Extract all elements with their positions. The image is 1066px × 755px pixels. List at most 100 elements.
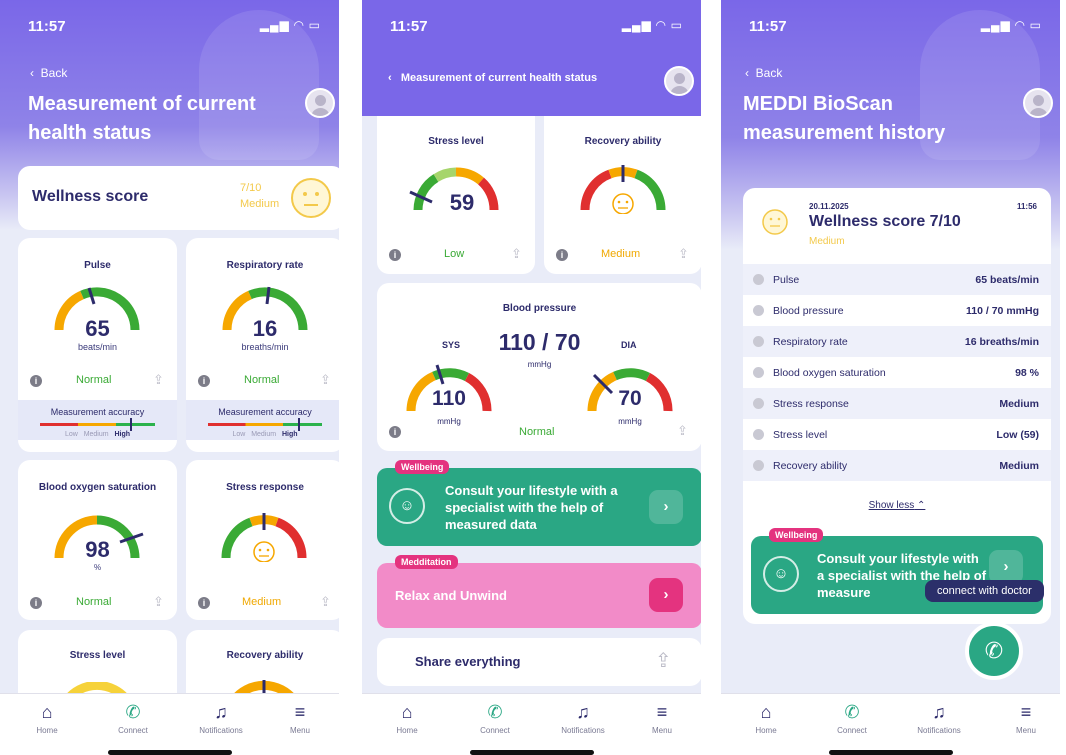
nav-menu[interactable]: ≡ Menu bbox=[991, 702, 1060, 735]
dia-unit: mmHg bbox=[618, 417, 642, 426]
nav-connect[interactable]: ✆ Connect bbox=[460, 702, 530, 735]
accuracy-levels: Low Medium High bbox=[65, 431, 130, 438]
bell-icon: ♫ bbox=[932, 702, 946, 722]
share-everything-button[interactable]: Share everything ⇪ bbox=[377, 638, 701, 686]
signal-wifi-battery-icon: ▂▄▆ ◠ ▭ bbox=[259, 18, 321, 32]
entry-date: 20.11.2025 bbox=[809, 202, 849, 211]
oxygen-value: 98 bbox=[85, 537, 110, 562]
share-icon[interactable]: ⇪ bbox=[153, 594, 164, 610]
meditation-arrow-button[interactable]: › bbox=[649, 578, 683, 612]
nav-notifications[interactable]: ♫ Notifications bbox=[904, 702, 974, 735]
share-icon[interactable]: ⇪ bbox=[320, 594, 331, 610]
specialist-icon: ☺ bbox=[389, 488, 425, 524]
back-button[interactable]: ‹ Back bbox=[30, 66, 67, 80]
share-icon[interactable]: ⇪ bbox=[677, 423, 688, 439]
info-icon[interactable]: i bbox=[198, 597, 210, 609]
recovery-gauge bbox=[580, 165, 666, 214]
wellbeing-tag: Wellbeing bbox=[395, 460, 450, 474]
back-button[interactable]: ‹ Back bbox=[745, 66, 782, 80]
card-title: Blood pressure bbox=[502, 303, 577, 314]
neutral-face-icon bbox=[762, 209, 788, 235]
dia-label: DIA bbox=[621, 340, 637, 350]
wellbeing-promo[interactable]: Wellbeing ☺ Consult your lifestyle with … bbox=[377, 460, 701, 546]
blood-pressure-card[interactable]: Blood pressure SYS 110 / 70 mmHg DIA 110… bbox=[377, 283, 701, 451]
nav-home[interactable]: ⌂ Home bbox=[372, 702, 442, 735]
share-icon[interactable]: ⇪ bbox=[678, 246, 689, 262]
screen-current-status: 11:57 ▂▄▆ ◠ ▭ ‹ Back Measurement of curr… bbox=[0, 0, 339, 755]
pulse-unit: beats/min bbox=[77, 342, 118, 352]
info-icon[interactable] bbox=[753, 336, 764, 347]
wellbeing-promo[interactable]: Wellbeing ☺ Consult your lifestyle with … bbox=[751, 528, 1043, 614]
info-icon[interactable] bbox=[753, 429, 764, 440]
info-icon[interactable] bbox=[753, 460, 764, 471]
phone-icon: ✆ bbox=[844, 702, 860, 722]
share-icon[interactable]: ⇪ bbox=[320, 372, 331, 388]
share-icon[interactable]: ⇪ bbox=[153, 372, 164, 388]
nav-home[interactable]: ⌂ Home bbox=[12, 702, 82, 735]
connect-tooltip: connect with doctor bbox=[925, 580, 1044, 602]
info-icon[interactable] bbox=[753, 367, 764, 378]
nav-home[interactable]: ⌂ Home bbox=[731, 702, 801, 735]
entry-title: Wellness score 7/10 bbox=[809, 213, 961, 230]
share-icon[interactable]: ⇪ bbox=[511, 246, 522, 262]
accuracy-section: Measurement accuracy Low Medium High bbox=[186, 400, 339, 440]
info-icon[interactable]: i bbox=[198, 375, 210, 387]
wellbeing-arrow-button[interactable]: › bbox=[649, 490, 683, 524]
oxygen-unit: % bbox=[93, 563, 102, 572]
info-icon[interactable]: i bbox=[389, 426, 401, 438]
avatar[interactable] bbox=[1023, 88, 1053, 118]
back-button[interactable]: ‹ Measurement of current health status bbox=[388, 72, 597, 84]
oxygen-card[interactable]: Blood oxygen saturation 98 % i Normal ⇪ bbox=[18, 460, 177, 620]
bell-icon: ♫ bbox=[214, 702, 228, 722]
bottom-nav: ⌂ Home ✆ Connect ♫ Notifications ≡ Menu bbox=[721, 693, 1060, 755]
home-icon: ⌂ bbox=[401, 702, 413, 722]
sys-value: 110 bbox=[432, 387, 466, 410]
neutral-face-icon bbox=[291, 178, 331, 218]
history-row: Respiratory rate 16 breaths/min bbox=[743, 326, 1051, 357]
card-title: Respiratory rate bbox=[226, 260, 304, 271]
history-row: Blood pressure 110 / 70 mmHg bbox=[743, 295, 1051, 326]
respiratory-unit: breaths/min bbox=[241, 342, 289, 352]
avatar[interactable] bbox=[305, 88, 335, 118]
card-title: Stress response bbox=[226, 482, 304, 493]
phone-icon: ✆ bbox=[984, 638, 1004, 663]
nav-menu[interactable]: ≡ Menu bbox=[265, 702, 335, 735]
avatar[interactable] bbox=[664, 66, 694, 96]
bell-icon: ♫ bbox=[576, 702, 590, 722]
stress-response-card[interactable]: Stress response i Medium ⇪ bbox=[186, 460, 339, 620]
wellness-score-card[interactable]: Wellness score 7/10 Medium bbox=[18, 166, 339, 230]
nav-connect[interactable]: ✆ Connect bbox=[98, 702, 168, 735]
accuracy-section: Measurement accuracy Low Medium High bbox=[18, 400, 177, 440]
call-doctor-button[interactable]: ✆ bbox=[965, 622, 1023, 680]
nav-menu[interactable]: ≡ Menu bbox=[627, 702, 697, 735]
signal-wifi-battery-icon: ▂▄▆ ◠ ▭ bbox=[621, 18, 683, 32]
nav-notifications[interactable]: ♫ Notifications bbox=[548, 702, 618, 735]
info-icon[interactable]: i bbox=[30, 375, 42, 387]
history-row: Stress level Low (59) bbox=[743, 419, 1051, 450]
info-icon[interactable] bbox=[753, 305, 764, 316]
card-title: Stress level bbox=[428, 136, 484, 147]
bp-value: 110 / 70 bbox=[498, 329, 581, 355]
recovery-card[interactable]: Recovery ability i Medium ⇪ bbox=[544, 116, 701, 274]
meditation-promo[interactable]: Medditation Relax and Unwind › bbox=[377, 555, 701, 628]
meditation-text: Relax and Unwind bbox=[395, 588, 507, 603]
respiratory-card[interactable]: Respiratory rate 16 breaths/min i Normal… bbox=[186, 238, 339, 452]
history-row: Blood oxygen saturation 98 % bbox=[743, 357, 1051, 388]
nav-connect[interactable]: ✆ Connect bbox=[817, 702, 887, 735]
info-icon[interactable] bbox=[753, 274, 764, 285]
info-icon[interactable] bbox=[753, 398, 764, 409]
page-title: Measurement of current health status bbox=[28, 93, 256, 144]
info-icon[interactable]: i bbox=[389, 249, 401, 261]
back-label: Back bbox=[755, 66, 783, 80]
info-icon[interactable]: i bbox=[30, 597, 42, 609]
accuracy-label: Measurement accuracy bbox=[218, 407, 312, 417]
pulse-card[interactable]: Pulse 65 beats/min i Normal ⇪ Measuremen… bbox=[18, 238, 177, 452]
nav-notifications[interactable]: ♫ Notifications bbox=[186, 702, 256, 735]
bottom-nav: ⌂ Home ✆ Connect ♫ Notifications ≡ Menu bbox=[362, 693, 701, 755]
info-icon[interactable]: i bbox=[556, 249, 568, 261]
stress-level-card[interactable]: Stress level 59 i Low ⇪ bbox=[377, 116, 535, 274]
wellbeing-arrow-button[interactable]: › bbox=[989, 550, 1023, 584]
page-title: MEDDI BioScan measurement history bbox=[743, 93, 946, 144]
card-title: Blood oxygen saturation bbox=[38, 482, 157, 493]
show-less-link[interactable]: Show less ⌃ bbox=[743, 500, 1051, 511]
